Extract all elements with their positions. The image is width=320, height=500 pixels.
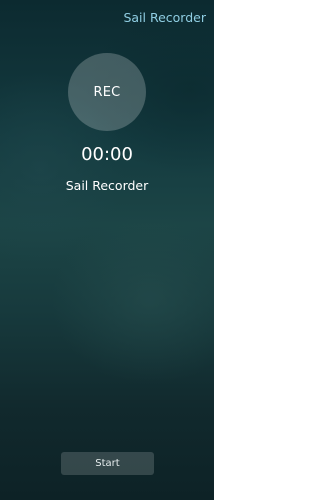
recorder-screen: Sail Recorder REC 00:00 Sail Recorder St… [0,0,214,500]
elapsed-timer: 00:00 [81,144,133,165]
start-button[interactable]: Start [61,452,154,475]
start-button-label: Start [95,458,120,469]
record-button-label: REC [93,84,121,100]
page-title: Sail Recorder [123,10,206,25]
app-name-label: Sail Recorder [65,178,149,193]
record-button[interactable]: REC [68,53,146,131]
